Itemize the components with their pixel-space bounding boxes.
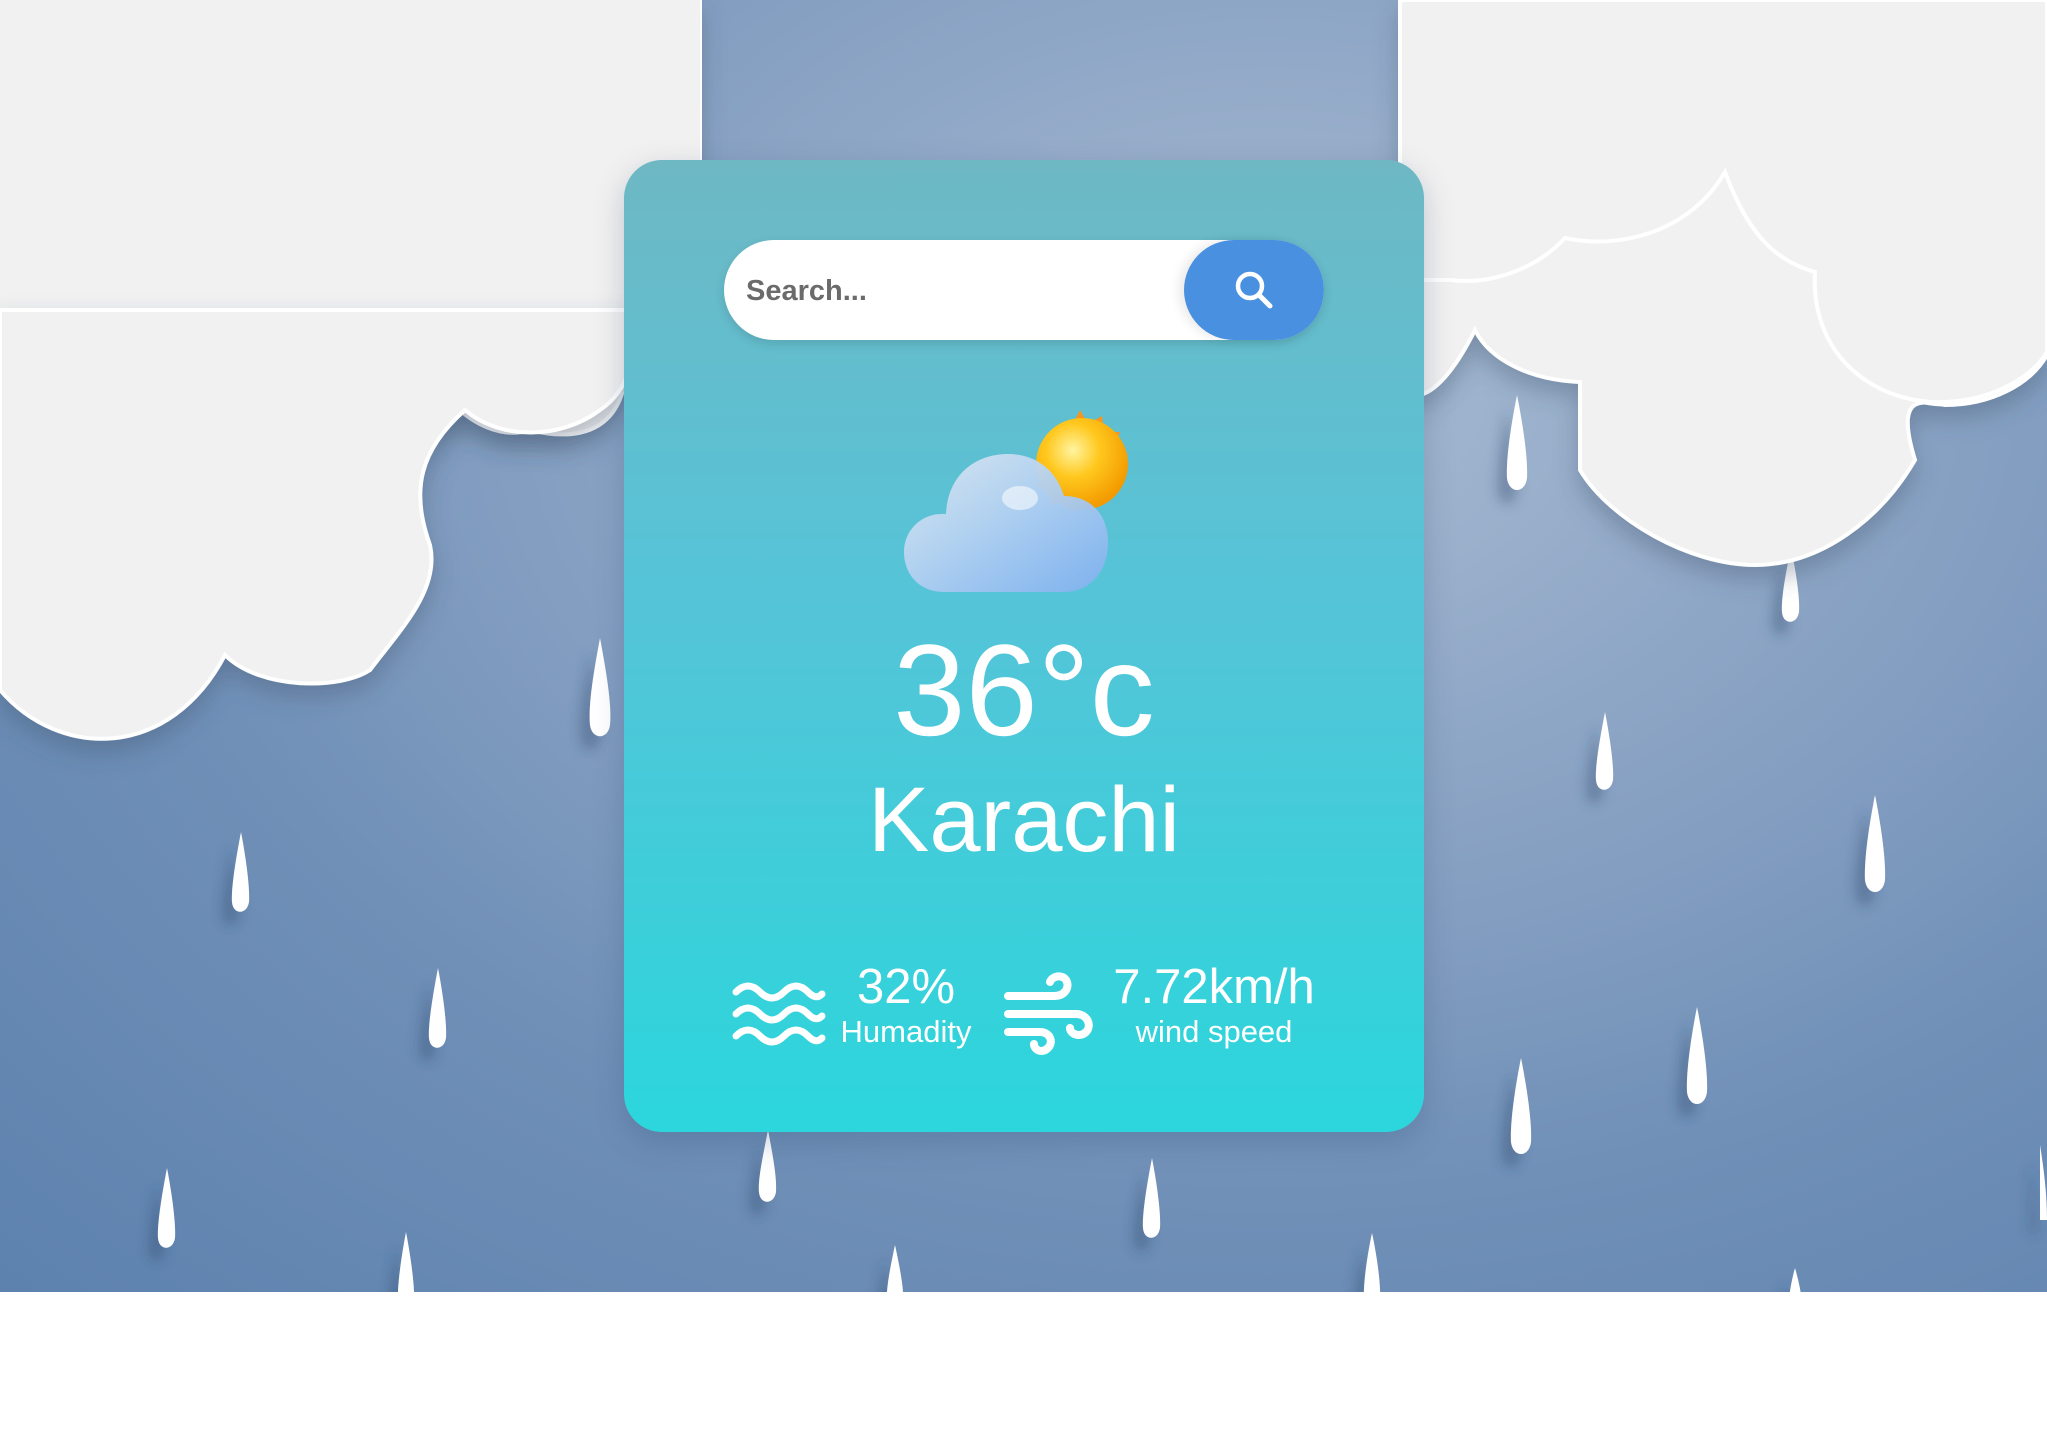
weather-card: 36°c Karachi 32% Humadity 7.72km/h wind … [624, 160, 1424, 1132]
search-bar [724, 240, 1324, 342]
humidity-value: 32% [856, 960, 956, 1014]
wind-speed-label: wind speed [1135, 1014, 1293, 1049]
city-name: Karachi [868, 769, 1180, 871]
weather-app-page: 36°c Karachi 32% Humadity 7.72km/h wind … [0, 0, 2047, 1440]
humidity-label: Humadity [840, 1014, 972, 1049]
humidity-info: 32% Humadity [836, 960, 976, 1050]
wind-info: 7.72km/h wind speed [1104, 960, 1324, 1050]
wind-icon [1004, 972, 1093, 1055]
partly-cloudy-icon [904, 410, 1128, 592]
cloud-left-lower [0, 308, 636, 741]
temperature-value: 36°c [893, 617, 1155, 763]
search-button[interactable] [1184, 240, 1324, 340]
wind-speed-value: 7.72km/h [1113, 960, 1315, 1014]
search-icon [1235, 271, 1273, 309]
search-input[interactable] [744, 240, 1178, 342]
humidity-waves-icon [732, 982, 826, 1046]
